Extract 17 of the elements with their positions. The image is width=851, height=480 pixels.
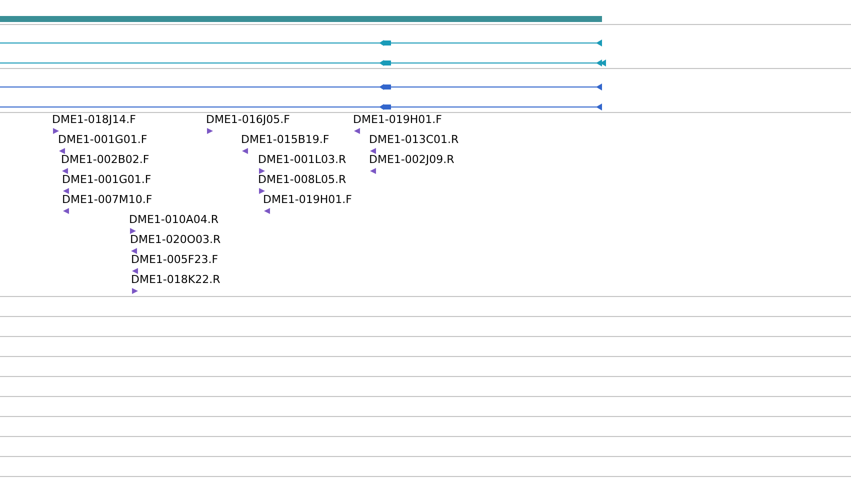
read-label: DME1-013C01.R xyxy=(369,133,459,146)
read-label: DME1-010A04.R xyxy=(129,213,219,226)
read-label: DME1-008L05.R xyxy=(258,173,346,186)
read-label: DME1-002B02.F xyxy=(61,153,150,166)
read-label: DME1-020O03.R xyxy=(130,233,221,246)
read-label: DME1-019H01.F xyxy=(263,193,352,206)
read-label: DME1-007M10.F xyxy=(62,193,152,206)
read-label: DME1-001L03.R xyxy=(258,153,346,166)
read-label: DME1-001G01.F xyxy=(62,173,152,186)
read-label: DME1-016J05.F xyxy=(206,113,290,126)
read-label: DME1-015B19.F xyxy=(241,133,330,146)
read-label: DME1-001G01.F xyxy=(58,133,148,146)
read-label: DME1-018J14.F xyxy=(52,113,136,126)
read-label: DME1-019H01.F xyxy=(353,113,442,126)
read-label: DME1-002J09.R xyxy=(369,153,454,166)
read-label: DME1-018K22.R xyxy=(131,273,220,286)
read-label: DME1-005F23.F xyxy=(131,253,218,266)
